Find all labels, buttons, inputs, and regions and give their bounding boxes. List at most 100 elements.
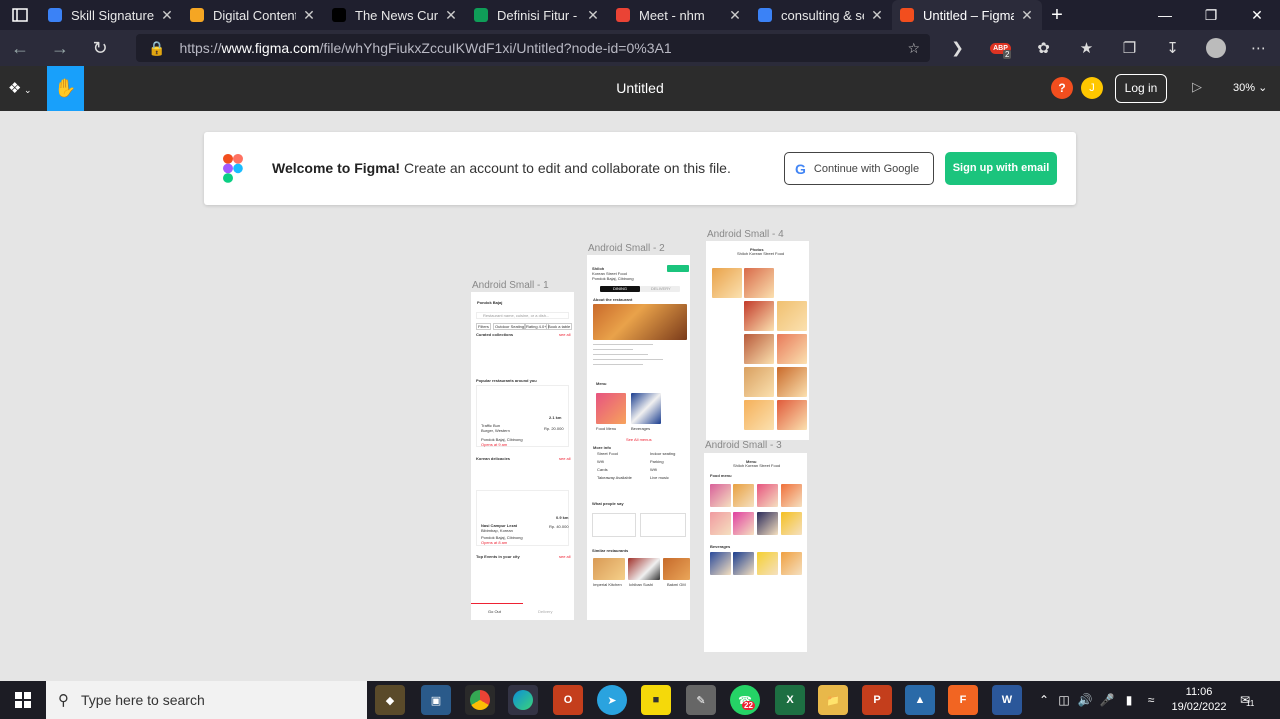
see-all-link: see all <box>559 554 571 559</box>
collections-icon[interactable]: ❐ <box>1108 30 1151 66</box>
excel-icon[interactable]: X <box>775 685 805 715</box>
frame-android-small-1[interactable]: Pondok Bajaj Restaurant name, cuisine, o… <box>471 292 574 620</box>
back-button[interactable]: ← <box>0 30 40 66</box>
browser-tab[interactable]: Definisi Fitur - Go ✕ <box>466 0 608 30</box>
korean-heading: Korean delicacies <box>476 456 511 461</box>
location-label: Pondok Bajaj <box>477 300 503 305</box>
frame-android-small-3[interactable]: Menu Shiloh Korean Street Food Food menu… <box>704 453 807 652</box>
taskbar-search[interactable]: ⚲ Type here to search <box>46 681 367 719</box>
browser-tab[interactable]: consulting & serv ✕ <box>750 0 892 30</box>
extension-arrow-icon[interactable]: ❯ <box>936 30 979 66</box>
profile-avatar[interactable] <box>1194 30 1237 66</box>
paint-icon[interactable]: ✎ <box>686 685 716 715</box>
refresh-icon: ↻ <box>92 37 108 58</box>
filter-chip: Outdoor Seating <box>493 323 527 330</box>
photos-subheading: Shiloh Korean Street Food <box>737 251 785 256</box>
add-favorite-icon[interactable]: ☆ <box>907 40 920 57</box>
browser-tab[interactable]: Digital Content C ✕ <box>182 0 324 30</box>
start-button[interactable] <box>0 681 46 719</box>
tab-actions-button[interactable] <box>0 0 40 30</box>
tab-close-icon[interactable]: ✕ <box>728 7 742 24</box>
figma-logo-icon <box>223 154 243 183</box>
forward-button[interactable]: → <box>40 30 80 66</box>
notification-center-button[interactable]: ✉ 11 <box>1240 681 1254 719</box>
zoom-dropdown[interactable]: 30% ⌄ <box>1233 81 1267 94</box>
word-icon[interactable]: W <box>992 685 1022 715</box>
close-window-button[interactable]: ✕ <box>1234 0 1280 30</box>
figma-desktop-icon[interactable]: F <box>948 685 978 715</box>
tab-favicon-icon <box>616 8 630 22</box>
welcome-bold: Welcome to Figma! <box>272 160 401 176</box>
browser-tab[interactable]: The News Curatio ✕ <box>324 0 466 30</box>
volume-icon[interactable]: 🔊 <box>1074 693 1096 707</box>
whatsapp-icon[interactable]: ☎22 <box>730 685 760 715</box>
microphone-icon[interactable]: 🎤 <box>1096 693 1118 707</box>
zoom-value: 30% <box>1233 82 1256 94</box>
browser-tab[interactable]: Meet - nhm ✕ <box>608 0 750 30</box>
tab-close-icon[interactable]: ✕ <box>870 7 884 24</box>
frame-android-small-4[interactable]: Photos Shiloh Korean Street Food <box>706 241 809 440</box>
welcome-message: Welcome to Figma! Create an account to e… <box>272 160 731 176</box>
login-button[interactable]: Log in <box>1115 74 1167 103</box>
present-play-icon[interactable]: ▷ <box>1192 79 1202 95</box>
continue-with-google-button[interactable]: G Continue with Google <box>784 152 934 185</box>
maximize-button[interactable]: ❐ <box>1188 0 1234 30</box>
adblock-count: 2 <box>1003 50 1012 59</box>
browser-tab[interactable]: Untitled – Figma ✕ <box>892 0 1042 30</box>
tab-dining-label: DINING <box>613 286 627 291</box>
battery-icon[interactable]: ▮ <box>1118 693 1140 707</box>
meet-now-icon[interactable]: ◫ <box>1054 693 1074 707</box>
file-explorer-icon[interactable]: 📁 <box>818 685 848 715</box>
similar-thumb <box>593 558 625 580</box>
food-menu-heading: Food menu <box>710 473 732 478</box>
similar-name: Bakmi GM <box>667 582 686 587</box>
tab-close-icon[interactable]: ✕ <box>1020 7 1034 24</box>
frame-label-1[interactable]: Android Small - 1 <box>472 280 549 291</box>
clock-date: 19/02/2022 <box>1171 701 1227 713</box>
info-line <box>593 359 663 360</box>
help-button[interactable]: ? <box>1051 77 1073 99</box>
amenity: Cards <box>597 467 608 472</box>
frame-label-4[interactable]: Android Small - 4 <box>707 229 784 240</box>
tab-close-icon[interactable]: ✕ <box>160 7 174 24</box>
frame-label-2[interactable]: Android Small - 2 <box>588 243 665 254</box>
tray-chevron-icon[interactable]: ⌃ <box>1034 693 1054 707</box>
restaurant-price: Rp. 40.000 <box>549 524 569 529</box>
frame-label-3[interactable]: Android Small - 3 <box>705 440 782 451</box>
sign-up-email-button[interactable]: Sign up with email <box>945 152 1057 185</box>
telegram-icon[interactable]: ➤ <box>597 685 627 715</box>
favorites-icon[interactable]: ★ <box>1065 30 1108 66</box>
new-tab-button[interactable]: + <box>1042 4 1072 27</box>
food-photo-thumb <box>777 400 807 430</box>
tab-favicon-icon <box>900 8 914 22</box>
extensions-icon[interactable]: ✿ <box>1022 30 1065 66</box>
wifi-icon[interactable]: ≈ <box>1140 693 1162 707</box>
frame-android-small-2[interactable]: Shiloh Korean Street Food Pondok Bajaj, … <box>587 255 690 620</box>
task-app-icon[interactable]: ◆ <box>375 685 405 715</box>
taskbar-clock[interactable]: 11:06 19/02/2022 <box>1170 685 1228 715</box>
photos-app-icon[interactable]: ▣ <box>421 685 451 715</box>
tab-close-icon[interactable]: ✕ <box>302 7 316 24</box>
browser-tab[interactable]: Skill Signature - S ✕ <box>40 0 182 30</box>
tab-delivery-label: DELIVERY <box>651 286 671 291</box>
chrome-icon[interactable] <box>465 685 495 715</box>
tab-close-icon[interactable]: ✕ <box>444 7 458 24</box>
food-photo-thumb <box>744 268 774 298</box>
minimize-button[interactable]: — <box>1142 0 1188 30</box>
office-icon[interactable]: O <box>553 685 583 715</box>
menu-item-thumb <box>757 484 778 507</box>
chevron-down-icon: ⌄ <box>1258 82 1268 94</box>
downloads-icon[interactable]: ↧ <box>1151 30 1194 66</box>
menu-item-thumb <box>733 512 754 535</box>
sticky-notes-icon[interactable]: ■ <box>641 685 671 715</box>
adblock-extension-icon[interactable]: ABP 2 <box>979 30 1022 66</box>
review-card <box>640 513 686 537</box>
photos-viewer-icon[interactable]: ▲ <box>905 685 935 715</box>
refresh-button[interactable]: ↻ <box>80 30 120 66</box>
url-bar[interactable]: 🔒 https://www.figma.com/file/whYhgFiukxZ… <box>136 34 930 62</box>
more-menu-icon[interactable]: ⋯ <box>1237 30 1280 66</box>
edge-icon[interactable] <box>508 685 538 715</box>
tab-close-icon[interactable]: ✕ <box>586 7 600 24</box>
user-avatar[interactable]: J <box>1081 77 1103 99</box>
powerpoint-icon[interactable]: P <box>862 685 892 715</box>
